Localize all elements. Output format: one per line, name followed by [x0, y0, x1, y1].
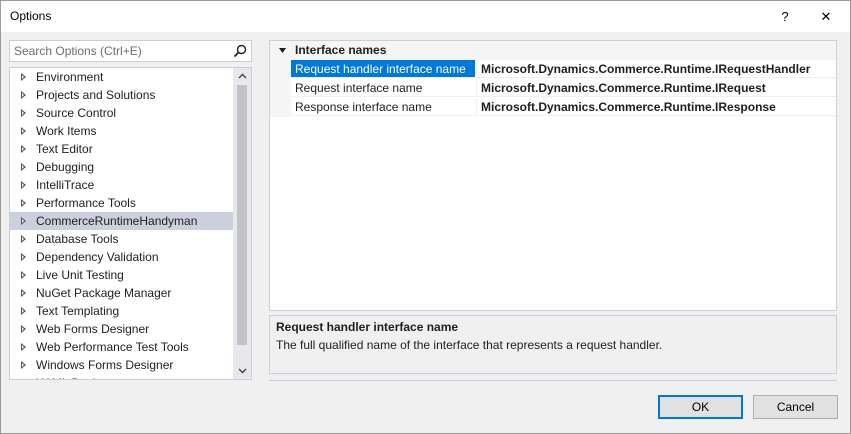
expand-arrow-icon[interactable]	[21, 127, 26, 135]
category-label: Interface names	[295, 43, 387, 57]
tree-item-label: Live Unit Testing	[36, 268, 124, 282]
close-button[interactable]: ✕	[809, 1, 843, 32]
expand-arrow-icon[interactable]	[21, 253, 26, 261]
tree-item[interactable]: CommerceRuntimeHandyman	[10, 212, 234, 230]
description-panel: Request handler interface name The full …	[269, 315, 837, 374]
title-bar: Options ? ✕	[1, 1, 850, 32]
tree-item[interactable]: Live Unit Testing	[10, 266, 234, 284]
scroll-down-button[interactable]	[233, 363, 251, 379]
expand-arrow-icon[interactable]	[21, 289, 26, 297]
search-input[interactable]	[10, 41, 230, 61]
tree-item[interactable]: Work Items	[10, 122, 234, 140]
property-name[interactable]: Request handler interface name	[291, 60, 475, 78]
scroll-up-button[interactable]	[233, 68, 251, 84]
expand-arrow-icon[interactable]	[21, 73, 26, 81]
ok-button[interactable]: OK	[658, 395, 743, 419]
tree-item[interactable]: Database Tools	[10, 230, 234, 248]
expand-arrow-icon[interactable]	[21, 235, 26, 243]
expand-arrow-icon[interactable]	[21, 307, 26, 315]
tree-item[interactable]: Debugging	[10, 158, 234, 176]
tree-scrollbar[interactable]	[233, 68, 251, 379]
divider	[269, 380, 837, 381]
tree-item[interactable]: Text Editor	[10, 140, 234, 158]
description-title: Request handler interface name	[276, 320, 459, 334]
row-gutter	[270, 79, 291, 98]
tree-item[interactable]: Dependency Validation	[10, 248, 234, 266]
options-tree: Environment Projects and Solutions Source …	[9, 67, 252, 380]
tree-item[interactable]: Environment	[10, 68, 234, 86]
options-dialog: Options ? ✕ Environment Projects and Solu…	[0, 0, 851, 434]
tree-item-label: IntelliTrace	[36, 178, 95, 192]
expand-arrow-icon[interactable]	[21, 343, 26, 351]
property-row[interactable]: Request handler interface name Microsoft.…	[270, 60, 836, 79]
chevron-up-icon	[238, 73, 246, 79]
tree-item-label: CommerceRuntimeHandyman	[36, 214, 198, 228]
expand-arrow-icon[interactable]	[21, 379, 26, 380]
tree-item-label: NuGet Package Manager	[36, 286, 172, 300]
property-grid: Interface names Request handler interfac…	[269, 40, 837, 311]
tree-item[interactable]: NuGet Package Manager	[10, 284, 234, 302]
dialog-title: Options	[10, 9, 52, 23]
tree-item-label: Dependency Validation	[36, 250, 159, 264]
tree-item-label: Environment	[36, 70, 104, 84]
expand-arrow-icon[interactable]	[21, 181, 26, 189]
row-gutter	[270, 98, 291, 117]
tree-item[interactable]: XAML Designer	[10, 374, 234, 380]
tree-item[interactable]: Text Templating	[10, 302, 234, 320]
tree-item[interactable]: Web Performance Test Tools	[10, 338, 234, 356]
property-row[interactable]: Response interface name Microsoft.Dynamic…	[270, 98, 836, 117]
category-header[interactable]: Interface names	[270, 41, 836, 60]
search-box	[9, 40, 252, 62]
tree-item[interactable]: Source Control	[10, 104, 234, 122]
chevron-down-icon	[238, 368, 246, 374]
expand-arrow-icon[interactable]	[21, 271, 26, 279]
tree-item-label: Windows Forms Designer	[36, 358, 174, 372]
property-value[interactable]: Microsoft.Dynamics.Commerce.Runtime.IReq…	[476, 79, 836, 97]
tree-item-label: Source Control	[36, 106, 117, 120]
tree-list: Environment Projects and Solutions Source …	[10, 68, 234, 380]
scroll-thumb[interactable]	[237, 85, 247, 345]
tree-item-label: XAML Designer	[36, 376, 120, 379]
tree-item-label: Web Performance Test Tools	[36, 340, 189, 354]
tree-item[interactable]: Projects and Solutions	[10, 86, 234, 104]
tree-item-label: Database Tools	[36, 232, 119, 246]
tree-item-label: Projects and Solutions	[36, 88, 156, 102]
tree-item-label: Work Items	[36, 124, 97, 138]
tree-item[interactable]: Performance Tools	[10, 194, 234, 212]
expand-arrow-icon[interactable]	[21, 217, 26, 225]
help-button[interactable]: ?	[768, 1, 802, 32]
description-text: The full qualified name of the interface…	[276, 338, 663, 352]
property-value[interactable]: Microsoft.Dynamics.Commerce.Runtime.IRes…	[476, 98, 836, 116]
expand-arrow-icon[interactable]	[21, 91, 26, 99]
tree-item[interactable]: IntelliTrace	[10, 176, 234, 194]
search-icon[interactable]	[233, 44, 247, 58]
help-icon: ?	[781, 9, 789, 24]
tree-item[interactable]: Windows Forms Designer	[10, 356, 234, 374]
collapse-triangle-icon[interactable]	[278, 46, 287, 55]
cancel-button[interactable]: Cancel	[753, 395, 838, 419]
expand-arrow-icon[interactable]	[21, 361, 26, 369]
expand-arrow-icon[interactable]	[21, 145, 26, 153]
tree-item-label: Web Forms Designer	[36, 322, 150, 336]
property-value[interactable]: Microsoft.Dynamics.Commerce.Runtime.IReq…	[476, 60, 836, 78]
row-gutter	[270, 60, 291, 79]
tree-item-label: Text Templating	[36, 304, 120, 318]
tree-item-label: Text Editor	[36, 142, 93, 156]
tree-item-label: Performance Tools	[36, 196, 136, 210]
property-name[interactable]: Request interface name	[291, 79, 475, 97]
property-name[interactable]: Response interface name	[291, 98, 475, 116]
close-icon: ✕	[820, 8, 832, 24]
expand-arrow-icon[interactable]	[21, 325, 26, 333]
expand-arrow-icon[interactable]	[21, 199, 26, 207]
tree-item-label: Debugging	[36, 160, 95, 174]
tree-item[interactable]: Web Forms Designer	[10, 320, 234, 338]
expand-arrow-icon[interactable]	[21, 109, 26, 117]
expand-arrow-icon[interactable]	[21, 163, 26, 171]
property-row[interactable]: Request interface name Microsoft.Dynamics…	[270, 79, 836, 98]
